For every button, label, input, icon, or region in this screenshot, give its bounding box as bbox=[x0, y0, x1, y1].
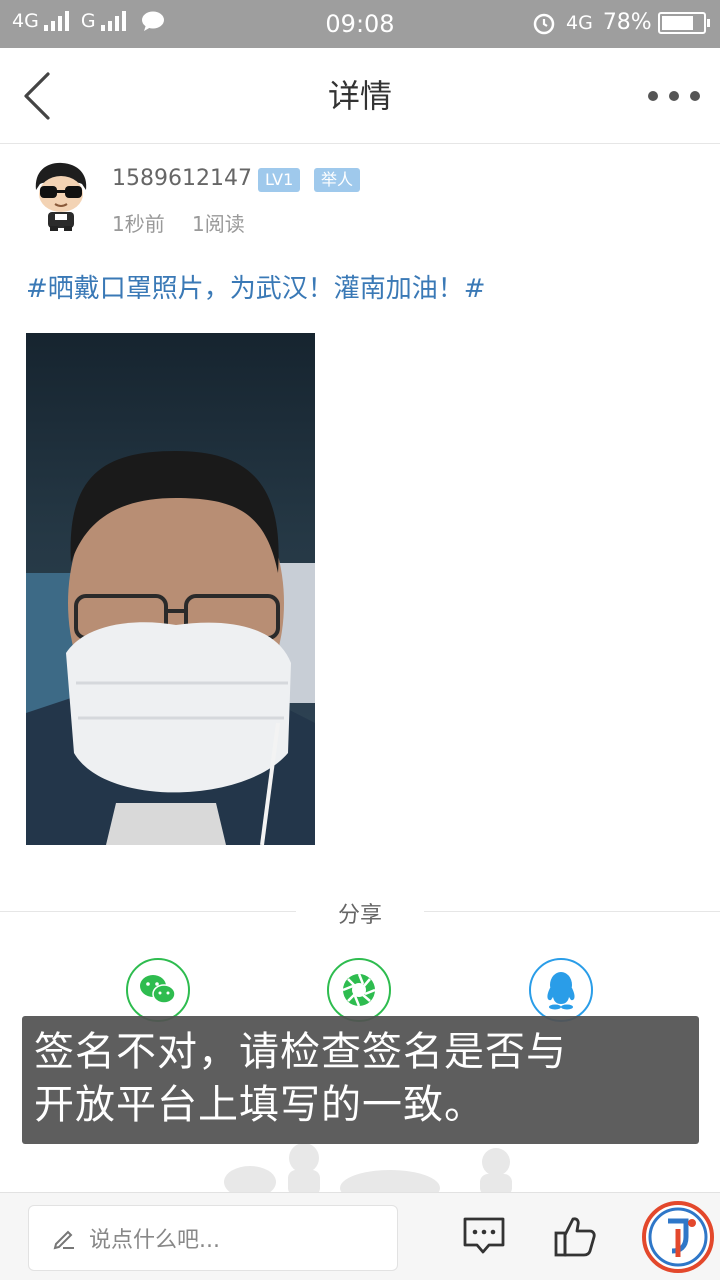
comment-placeholder: 说点什么吧... bbox=[89, 1228, 220, 1253]
watermark-logo bbox=[642, 1201, 714, 1273]
error-toast: 签名不对，请检查签名是否与 开放平台上填写的一致。 bbox=[22, 1016, 699, 1144]
battery-icon bbox=[657, 11, 710, 34]
pencil-icon bbox=[53, 1230, 74, 1250]
read-count: 1阅读 bbox=[192, 212, 245, 236]
post-time: 1秒前 bbox=[112, 212, 165, 236]
thumbs-up-icon[interactable] bbox=[552, 1213, 598, 1259]
comment-icon[interactable] bbox=[461, 1213, 507, 1259]
network-label: 4G bbox=[566, 11, 593, 34]
page-title: 详情 bbox=[327, 77, 392, 115]
post-hashtag-text[interactable]: #晒戴口罩照片，为武汉！灌南加油！# bbox=[26, 268, 486, 305]
moments-icon bbox=[342, 973, 376, 1007]
nav-bar: 详情 bbox=[0, 48, 720, 144]
more-options-icon[interactable] bbox=[648, 78, 700, 114]
moments-share-button[interactable] bbox=[327, 958, 391, 1022]
post-photo[interactable] bbox=[26, 333, 315, 845]
qq-icon bbox=[547, 972, 575, 1010]
username[interactable]: 1589612147 bbox=[112, 166, 252, 191]
wechat-share-button[interactable] bbox=[126, 958, 190, 1022]
qq-share-button[interactable] bbox=[529, 958, 593, 1022]
alarm-icon bbox=[533, 13, 555, 34]
level-badge: LV1 bbox=[258, 168, 301, 192]
bottom-bar: 说点什么吧... bbox=[0, 1192, 720, 1280]
comment-input[interactable]: 说点什么吧... bbox=[28, 1205, 398, 1271]
status-right-group: 4G 78% bbox=[532, 10, 710, 35]
share-title: 分享 bbox=[337, 903, 382, 928]
status-bar: 4G G 09:08 4G 78% bbox=[0, 0, 720, 48]
battery-percent: 78% bbox=[602, 10, 652, 35]
share-divider-right bbox=[424, 911, 720, 912]
selfie-illustration bbox=[26, 333, 315, 845]
wechat-icon bbox=[140, 975, 176, 1004]
empty-state-illustration bbox=[224, 1143, 512, 1196]
avatar[interactable] bbox=[26, 160, 96, 232]
role-badge: 举人 bbox=[314, 168, 361, 192]
